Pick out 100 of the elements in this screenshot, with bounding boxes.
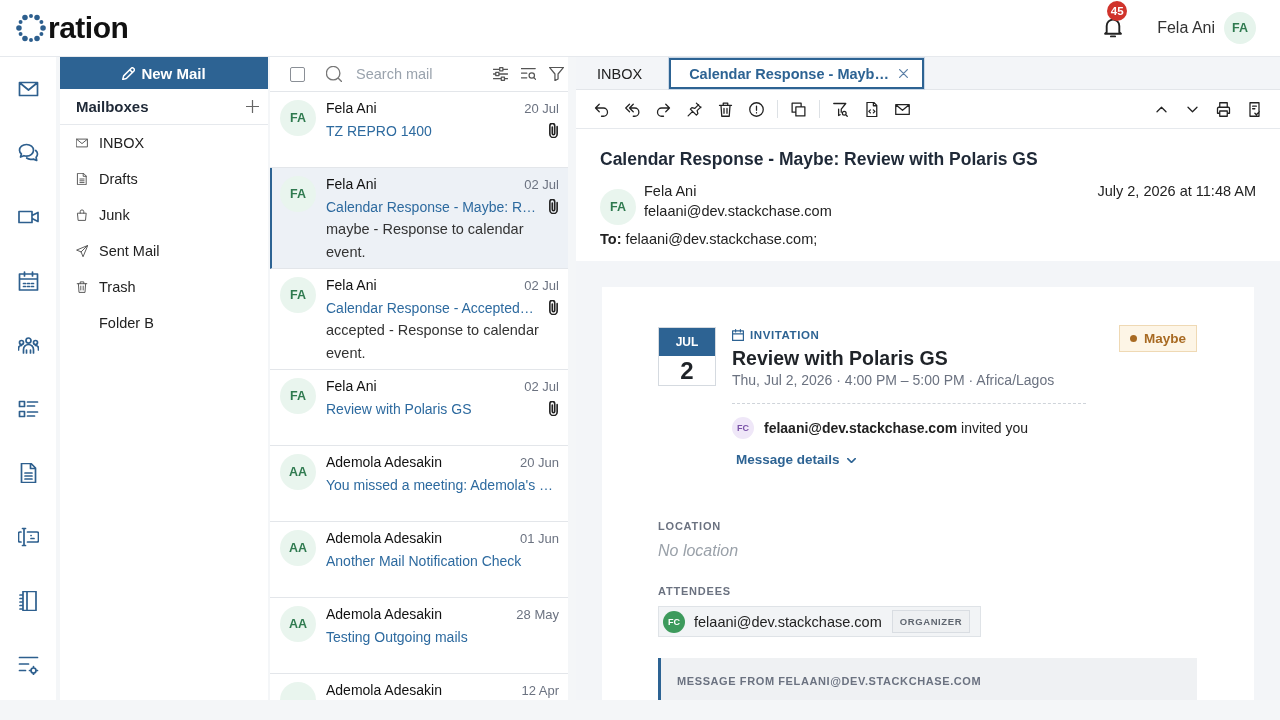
user-name: Fela Ani bbox=[1157, 19, 1215, 37]
folder-item[interactable]: Trash bbox=[60, 269, 268, 305]
status-label: Maybe bbox=[1143, 331, 1186, 346]
sender-avatar: FA bbox=[280, 378, 316, 414]
message-date: 28 May bbox=[516, 606, 559, 622]
close-icon[interactable] bbox=[898, 69, 908, 78]
folder-item[interactable]: Folder B bbox=[60, 305, 268, 341]
message-details-link[interactable]: Message details bbox=[736, 451, 856, 469]
sender-avatar: FA bbox=[280, 100, 316, 136]
add-icon[interactable] bbox=[246, 100, 259, 113]
message-from-banner: MESSAGE FROM FELAANI@DEV.STACKCHASE.COM bbox=[658, 658, 1197, 700]
message-item[interactable]: AA Ademola Adesakin 01 Jun Another Mail Notification Check bbox=[270, 522, 568, 598]
checklist-icon[interactable] bbox=[17, 399, 39, 419]
sender-name: Fela Ani bbox=[326, 100, 377, 117]
location-label: LOCATION bbox=[658, 519, 723, 533]
notebook-icon[interactable] bbox=[17, 591, 39, 611]
message-date: 02 Jul bbox=[524, 176, 559, 192]
folder-item[interactable]: Junk bbox=[60, 197, 268, 233]
calendar-icon bbox=[732, 329, 744, 341]
event-title: Review with Polaris GS bbox=[732, 346, 949, 371]
message-date: 20 Jun bbox=[519, 454, 559, 470]
list-settings-icon[interactable] bbox=[17, 655, 39, 675]
clipboard-check-icon[interactable] bbox=[1247, 101, 1262, 117]
folder-item[interactable]: INBOX bbox=[60, 125, 268, 161]
message-subject: Another Mail Notification Check bbox=[326, 552, 522, 569]
message-date: 01 Jun bbox=[519, 530, 559, 546]
people-icon[interactable] bbox=[17, 335, 39, 355]
attendee-avatar: FC bbox=[663, 610, 685, 633]
pencil-icon bbox=[122, 66, 136, 80]
folder-item[interactable]: Drafts bbox=[60, 161, 268, 197]
message-subject: Calendar Response - Maybe: Review with Polaris GS bbox=[600, 148, 1039, 171]
mail-icon bbox=[76, 137, 88, 149]
forward-icon[interactable] bbox=[656, 101, 671, 117]
trash-icon bbox=[76, 281, 88, 293]
message-item[interactable]: FA Fela Ani 02 Jul Review with Polaris GS bbox=[270, 370, 568, 446]
invite-text: felaani@dev.stackchase.com invited you bbox=[764, 420, 1028, 436]
message-item[interactable]: AA Ademola Adesakin 20 Jun You missed a meeting: Ademola's … bbox=[270, 446, 568, 522]
pin-icon[interactable] bbox=[687, 101, 702, 117]
document-icon bbox=[76, 173, 88, 185]
trash-icon[interactable] bbox=[718, 101, 733, 117]
bell-icon[interactable] bbox=[1104, 18, 1123, 38]
message-date: 20 Jul bbox=[524, 100, 559, 116]
filter-lines-icon[interactable] bbox=[521, 67, 536, 81]
message-subject: Calendar Response - Accepted… bbox=[326, 299, 534, 316]
copy-icon[interactable] bbox=[791, 101, 806, 117]
sender-email: felaani@dev.stackchase.com bbox=[644, 202, 833, 221]
reply-icon[interactable] bbox=[594, 101, 609, 117]
sender-name: Ademola Adesakin bbox=[326, 454, 442, 471]
sender-name: Fela Ani bbox=[326, 277, 377, 294]
notification-count: 45 bbox=[1107, 1, 1128, 21]
location-value: No location bbox=[658, 541, 740, 561]
recipient-line: To: felaani@dev.stackchase.com; bbox=[600, 230, 819, 249]
logo-text: ration bbox=[48, 11, 129, 45]
message-subject: TZ REPRO 1400 bbox=[326, 122, 432, 139]
tab[interactable]: INBOX bbox=[576, 58, 664, 89]
sender-avatar: FA bbox=[600, 189, 636, 225]
sender-name: Fela Ani bbox=[326, 176, 377, 193]
sender-avatar: AA bbox=[280, 454, 316, 490]
sender-avatar: AA bbox=[280, 530, 316, 566]
sliders-icon[interactable] bbox=[493, 67, 508, 81]
message-item[interactable]: FA Fela Ani 02 Jul Calendar Response - Maybe: R… maybe - Response to calendar event. bbox=[270, 168, 568, 269]
message-item[interactable]: Ademola Adesakin 12 Apr bbox=[270, 674, 568, 700]
status-dot-icon bbox=[1129, 335, 1137, 342]
file-code-icon[interactable] bbox=[864, 101, 879, 117]
message-subject: Calendar Response - Maybe: R… bbox=[326, 198, 537, 215]
mail-icon[interactable] bbox=[895, 101, 910, 117]
sender-avatar: AA bbox=[280, 606, 316, 642]
sender-name: Fela Ani bbox=[644, 182, 698, 201]
filter-search-icon[interactable] bbox=[833, 101, 848, 117]
new-mail-button[interactable]: New Mail bbox=[60, 57, 268, 89]
message-preview: maybe - Response to calendar event. bbox=[326, 220, 525, 262]
event-time: Thu, Jul 2, 2026 · 4:00 PM – 5:00 PM · Africa/Lagos bbox=[732, 371, 1056, 389]
reply-all-icon[interactable] bbox=[625, 101, 640, 117]
message-item[interactable]: FA Fela Ani 02 Jul Calendar Response - Accepted… accepted - Response to calendar event. bbox=[270, 269, 568, 370]
attendee-email: felaani@dev.stackchase.com bbox=[694, 613, 882, 630]
message-date: July 2, 2026 at 11:48 AM bbox=[1097, 182, 1256, 201]
message-date: 12 Apr bbox=[521, 682, 559, 698]
message-item[interactable]: AA Ademola Adesakin 28 May Testing Outgoing mails bbox=[270, 598, 568, 674]
message-subject: Testing Outgoing mails bbox=[326, 628, 468, 645]
message-subject: You missed a meeting: Ademola's … bbox=[326, 476, 554, 493]
message-date: 02 Jul bbox=[524, 378, 559, 394]
search-icon bbox=[326, 66, 342, 82]
funnel-icon[interactable] bbox=[549, 67, 564, 81]
search-field[interactable]: Search mail bbox=[356, 66, 480, 82]
calendar-icon[interactable] bbox=[17, 271, 39, 291]
sender-name: Ademola Adesakin bbox=[326, 682, 442, 699]
text-cursor-icon[interactable] bbox=[17, 527, 39, 547]
mail-icon[interactable] bbox=[17, 79, 39, 99]
sender-name: Ademola Adesakin bbox=[326, 606, 442, 623]
chat-icon[interactable] bbox=[17, 143, 39, 163]
message-date: 02 Jul bbox=[524, 277, 559, 293]
folder-item[interactable]: Sent Mail bbox=[60, 233, 268, 269]
bag-icon bbox=[76, 209, 88, 221]
print-icon[interactable] bbox=[1216, 101, 1231, 117]
send-icon bbox=[76, 245, 88, 257]
alert-icon[interactable] bbox=[749, 101, 764, 117]
select-all-checkbox[interactable] bbox=[290, 66, 305, 82]
user-avatar[interactable]: FA bbox=[1224, 12, 1256, 44]
invitation-label: INVITATION bbox=[750, 329, 820, 341]
tab[interactable]: Calendar Response - Mayb… bbox=[669, 58, 924, 89]
